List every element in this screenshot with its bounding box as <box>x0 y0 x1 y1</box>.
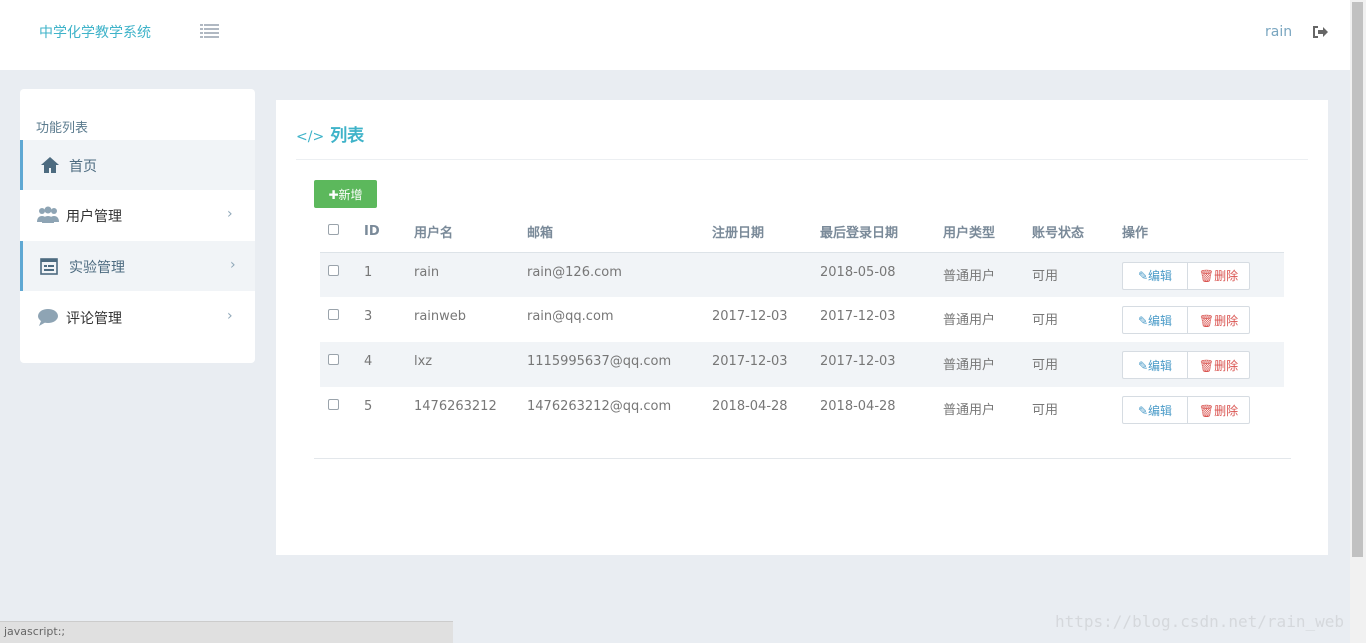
column-header[interactable]: 账号状态 <box>1026 212 1116 253</box>
cell-last-login: 2017-12-03 <box>814 342 937 387</box>
chevron-right-icon: › <box>227 206 233 222</box>
cell-id: 1 <box>358 252 408 297</box>
row-checkbox[interactable] <box>328 309 339 320</box>
table-row: 1 rain rain@126.com 2018-05-08 普通用户 可用 ✎… <box>320 252 1284 297</box>
sidebar-item-label: 用户管理 <box>66 209 122 225</box>
delete-button[interactable]: 🗑删除 <box>1188 396 1250 424</box>
table-header-row: ID 用户名 邮箱 注册日期 最后登录日期 用户类型 账号状态 操作 <box>320 212 1284 253</box>
cell-email: rain@126.com <box>521 252 706 297</box>
cell-user-type: 普通用户 <box>937 342 1026 387</box>
cell-reg-date: 2017-12-03 <box>712 309 788 324</box>
cell-reg-date <box>706 252 814 297</box>
cell-email: 1115995637@qq.com <box>521 342 706 387</box>
table-row: 5 1476263212 1476263212@qq.com 2018-04-2… <box>320 387 1284 432</box>
cell-username: rainweb <box>414 309 467 324</box>
cell-last-login: 2017-12-03 <box>820 309 896 324</box>
sidebar-title: 功能列表 <box>36 121 89 136</box>
column-header[interactable]: 最后登录日期 <box>814 212 937 253</box>
cell-username: lxz <box>408 342 521 387</box>
edit-icon: ✎ <box>1137 269 1149 283</box>
sidebar-item-label: 评论管理 <box>66 311 122 327</box>
table-row: 4 lxz 1115995637@qq.com 2017-12-03 2017-… <box>320 342 1284 387</box>
edit-button[interactable]: ✎编辑 <box>1122 261 1188 290</box>
delete-button[interactable]: 🗑删除 <box>1188 306 1250 334</box>
delete-button[interactable]: 🗑删除 <box>1188 261 1250 290</box>
column-header[interactable]: 注册日期 <box>706 212 814 253</box>
trash-icon: 🗑 <box>1198 269 1215 283</box>
trash-icon: 🗑 <box>1198 313 1215 328</box>
row-checkbox[interactable] <box>328 354 339 365</box>
divider <box>296 159 1308 160</box>
row-checkbox[interactable] <box>328 264 339 276</box>
brand-title[interactable]: 中学化学教学系统 <box>39 22 151 42</box>
sidebar-item-users[interactable]: 用户管理 › <box>20 190 255 240</box>
sign-out-icon[interactable] <box>1312 25 1328 39</box>
edit-icon: ✎ <box>1137 313 1149 328</box>
column-header: 操作 <box>1116 212 1284 253</box>
plus-icon: ✚ <box>328 187 339 202</box>
sidebar-item-home[interactable]: 首页 <box>20 140 255 190</box>
cell-email: rain@qq.com <box>527 309 614 324</box>
cell-id: 5 <box>364 399 373 414</box>
cell-user-type: 普通用户 <box>943 313 996 328</box>
cell-reg-date: 2017-12-03 <box>706 342 814 387</box>
cell-status: 可用 <box>1026 342 1116 387</box>
select-all-checkbox[interactable] <box>328 224 339 236</box>
menu-list-icon[interactable] <box>200 23 219 39</box>
comment-icon <box>37 308 58 326</box>
cell-id: 4 <box>358 342 408 387</box>
edit-icon: ✎ <box>1137 403 1149 418</box>
code-icon: </> <box>296 129 325 145</box>
sidebar-item-experiments[interactable]: 实验管理 › <box>20 241 255 291</box>
trash-icon: 🗑 <box>1198 403 1215 418</box>
calendar-icon <box>40 257 60 275</box>
sidebar-item-label: 首页 <box>69 159 97 175</box>
cell-email: 1476263212@qq.com <box>527 399 672 414</box>
user-name-link[interactable]: rain <box>1265 24 1292 40</box>
edit-button[interactable]: ✎编辑 <box>1122 351 1188 379</box>
cell-user-type: 普通用户 <box>937 252 1026 297</box>
users-icon <box>37 206 59 224</box>
add-button[interactable]: ✚新增 <box>314 180 377 208</box>
edit-button[interactable]: ✎编辑 <box>1122 306 1188 334</box>
top-header: 中学化学教学系统 rain <box>0 0 1350 70</box>
list-panel: </> 列表 ✚新增 ID 用户名 邮箱 注册日期 最后登录日期 用户类型 账号状… <box>276 100 1328 555</box>
cell-last-login: 2018-05-08 <box>814 252 937 297</box>
row-checkbox[interactable] <box>328 399 339 410</box>
chevron-right-icon: › <box>230 257 236 273</box>
sidebar: 功能列表 首页 用户管理 › 实验管理 › 评论管理 › <box>20 89 255 363</box>
cell-status: 可用 <box>1032 313 1059 328</box>
watermark: https://blog.csdn.net/rain_web <box>1055 612 1344 631</box>
delete-button[interactable]: 🗑删除 <box>1188 351 1250 379</box>
divider <box>314 458 1291 459</box>
table-row: 3 rainweb rain@qq.com 2017-12-03 2017-12… <box>320 297 1284 342</box>
cell-status: 可用 <box>1032 403 1059 418</box>
panel-title: </> 列表 <box>296 126 365 146</box>
cell-reg-date: 2018-04-28 <box>712 399 788 414</box>
sidebar-item-label: 实验管理 <box>69 260 125 276</box>
column-header[interactable]: 邮箱 <box>521 212 706 253</box>
sidebar-item-comments[interactable]: 评论管理 › <box>20 292 255 342</box>
trash-icon: 🗑 <box>1198 358 1215 373</box>
cell-user-type: 普通用户 <box>943 403 996 418</box>
edit-icon: ✎ <box>1137 358 1149 373</box>
column-header[interactable]: 用户类型 <box>937 212 1026 253</box>
cell-last-login: 2018-04-28 <box>820 399 896 414</box>
cell-id: 3 <box>364 309 373 324</box>
chevron-right-icon: › <box>227 308 233 324</box>
cell-username: 1476263212 <box>414 399 497 414</box>
column-header[interactable]: 用户名 <box>408 212 521 253</box>
column-header[interactable]: ID <box>358 212 408 253</box>
cell-username: rain <box>408 252 521 297</box>
home-icon <box>40 156 60 174</box>
user-table: ID 用户名 邮箱 注册日期 最后登录日期 用户类型 账号状态 操作 1 rai… <box>320 212 1284 432</box>
cell-status: 可用 <box>1026 252 1116 297</box>
edit-button[interactable]: ✎编辑 <box>1122 396 1188 424</box>
scrollbar-thumb[interactable] <box>1352 2 1363 557</box>
browser-status-bar: javascript:; <box>0 621 453 643</box>
